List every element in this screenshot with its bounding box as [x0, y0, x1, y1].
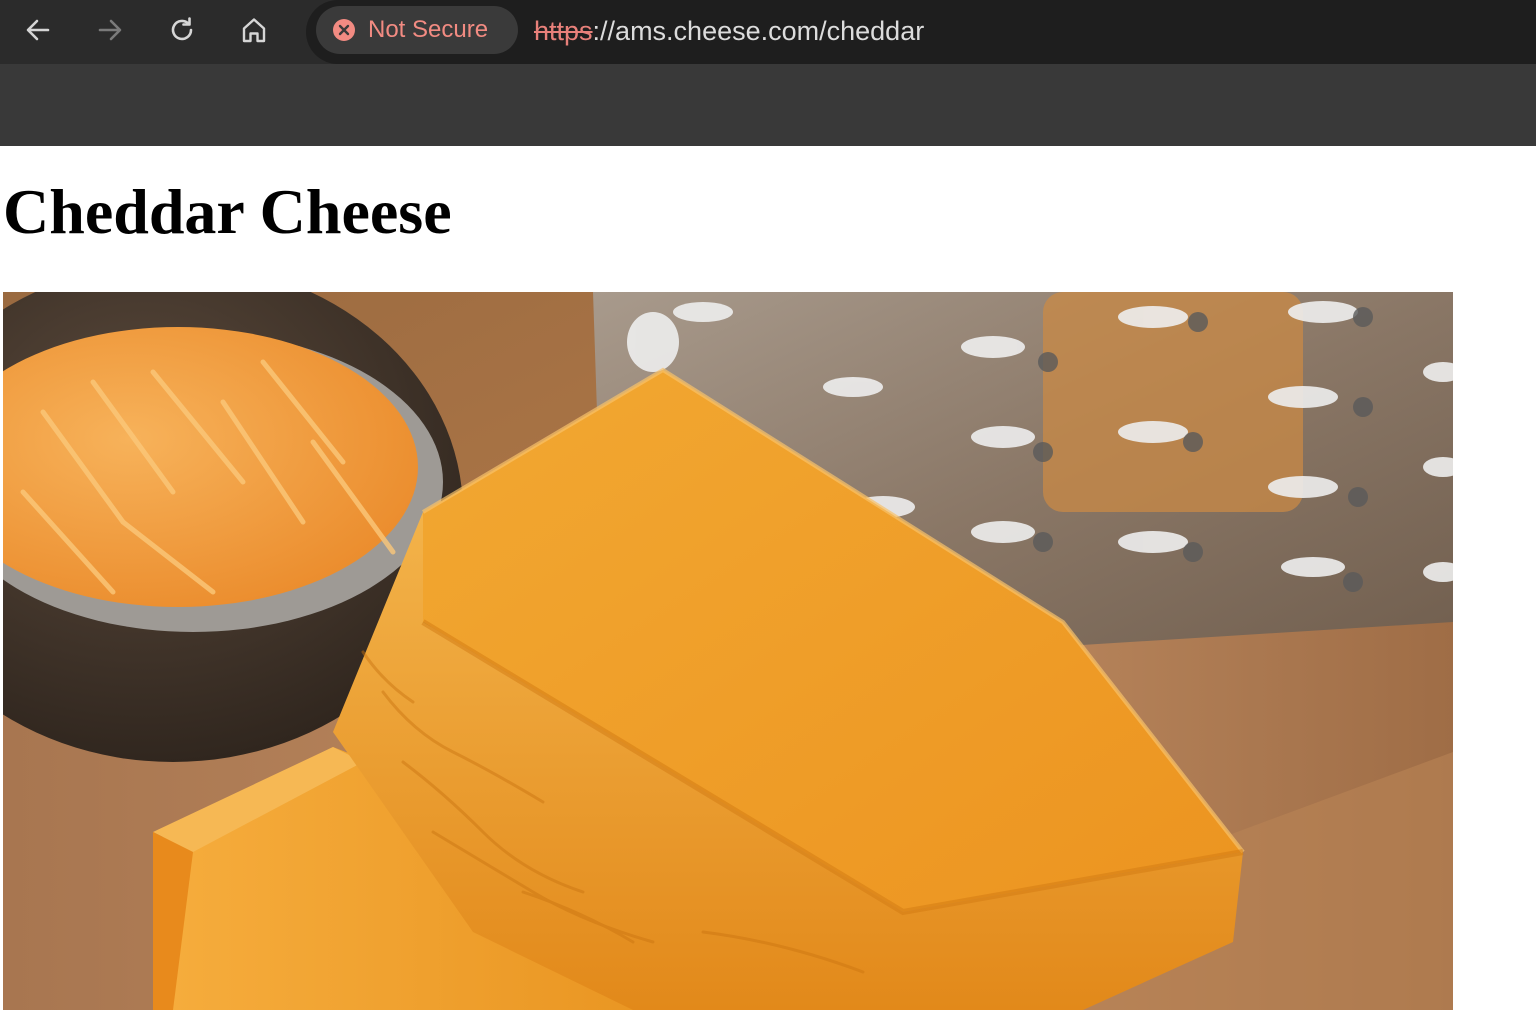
url-scheme: https — [534, 16, 593, 46]
page-title: Cheddar Cheese — [3, 176, 452, 247]
arrow-right-icon — [98, 19, 122, 41]
security-indicator[interactable]: Not Secure — [316, 6, 518, 54]
security-label: Not Secure — [368, 16, 489, 43]
url-path: ://ams.cheese.com/cheddar — [592, 16, 925, 46]
reload-button[interactable] — [164, 12, 200, 48]
url-text[interactable]: https://ams.cheese.com/cheddar — [534, 13, 924, 49]
forward-button[interactable] — [92, 12, 128, 48]
browser-chrome: Not Secure https://ams.cheese.com/chedda… — [0, 0, 1536, 146]
cheddar-photo — [3, 292, 1453, 1010]
browser-toolbar: Not Secure https://ams.cheese.com/chedda… — [0, 0, 1536, 64]
back-button[interactable] — [20, 12, 56, 48]
x-circle-icon — [333, 19, 355, 41]
home-icon — [242, 18, 266, 43]
reload-icon — [171, 17, 193, 41]
home-button[interactable] — [236, 12, 272, 48]
arrow-left-icon — [26, 19, 50, 41]
